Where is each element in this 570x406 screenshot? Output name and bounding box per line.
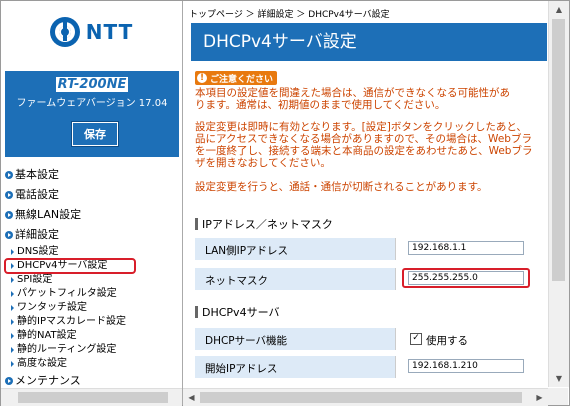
triangle-icon: [11, 305, 14, 311]
dhcp-section-header: DHCPv4サーバ: [195, 303, 547, 321]
triangle-icon: [11, 333, 14, 339]
warning-line: ザを開きなおしてください。: [195, 157, 331, 169]
arrow-icon: [5, 231, 13, 239]
lan-ip-row: LAN側IPアドレス: [195, 237, 547, 260]
scroll-left-icon[interactable]: ◀: [183, 389, 200, 406]
side-nav: 基本設定 電話設定 無線LAN設定 詳細設定 DNS設定 DHCPv4サーバ設定…: [4, 165, 181, 391]
caution-badge: ! ご注意ください: [195, 71, 278, 85]
lan-ip-input[interactable]: [408, 241, 524, 255]
nav-static-nat[interactable]: 静的NAT設定: [5, 329, 181, 343]
start-ip-input[interactable]: [408, 359, 524, 373]
model-name: RT-200NE: [55, 77, 129, 92]
warning-line: ります。通常は、初期値のままで使用してください。: [195, 99, 446, 111]
netmask-row: ネットマスク: [195, 267, 547, 290]
ntt-logo-icon: [49, 17, 80, 47]
triangle-icon: [11, 347, 14, 353]
ntt-logo: NTT: [1, 1, 182, 63]
content-pane: トップページ ＞ 詳細設定 ＞ DHCPv4サーバ設定 DHCPv4サーバ設定 …: [183, 1, 547, 387]
arrow-icon: [5, 191, 13, 199]
nav-spi[interactable]: SPI設定: [5, 273, 181, 287]
warning-line: 品にアクセスできなくなる場合がありますので、その場合は、Webブラ: [195, 133, 532, 145]
nav-detail[interactable]: 詳細設定: [5, 225, 181, 245]
nav-wlan[interactable]: 無線LAN設定: [5, 205, 181, 225]
logo-text: NTT: [85, 20, 134, 44]
left-pane: NTT RT-200NE ファームウェアバージョン 17.04 保存 基本設定 …: [1, 1, 183, 405]
scroll-thumb[interactable]: [18, 392, 168, 403]
netmask-label: ネットマスク: [205, 275, 268, 287]
start-ip-label: 開始IPアドレス: [205, 363, 278, 375]
nav-static-routing[interactable]: 静的ルーティング設定: [5, 343, 181, 357]
left-horizontal-scrollbar[interactable]: [1, 388, 182, 406]
nav-dhcpv4[interactable]: DHCPv4サーバ設定: [4, 258, 136, 274]
ip-section-header: IPアドレス／ネットマスク: [195, 215, 547, 233]
firmware-version: ファームウェアバージョン 17.04: [16, 98, 168, 109]
warning-line: 設定変更を行うと、通話・通信が切断されることがあります。: [195, 181, 488, 193]
breadcrumb: トップページ ＞ 詳細設定 ＞ DHCPv4サーバ設定: [189, 10, 390, 20]
dhcp-enable-checkbox[interactable]: ✓: [410, 333, 422, 345]
warning-line: 本項目の設定値を間違えた場合は、通信ができなくなる可能性があ: [195, 87, 510, 99]
nav-packet-filter[interactable]: パケットフィルタ設定: [5, 287, 181, 301]
nav-dns[interactable]: DNS設定: [5, 245, 181, 259]
nav-advanced[interactable]: 高度な設定: [5, 357, 181, 371]
vertical-scrollbar[interactable]: ▲ ▼: [548, 1, 569, 387]
arrow-icon: [5, 211, 13, 219]
warning-line: 設定変更は即時に有効となります。[設定]ボタンをクリックしたあと、: [195, 121, 527, 133]
triangle-icon: [11, 263, 14, 269]
scroll-corner: [548, 388, 568, 405]
triangle-icon: [11, 361, 14, 367]
scroll-thumb[interactable]: [200, 392, 522, 403]
exclamation-icon: !: [197, 73, 207, 83]
triangle-icon: [11, 319, 14, 325]
scroll-up-icon[interactable]: ▲: [549, 1, 569, 18]
dhcp-func-row: DHCPサーバ機能 ✓ 使用する: [195, 327, 547, 350]
lan-ip-label: LAN側IPアドレス: [205, 245, 289, 257]
page-title: DHCPv4サーバ設定: [191, 23, 547, 61]
scroll-down-icon[interactable]: ▼: [549, 370, 569, 387]
scroll-right-icon[interactable]: ▶: [531, 389, 548, 406]
nav-one-touch[interactable]: ワンタッチ設定: [5, 301, 181, 315]
netmask-input[interactable]: [408, 271, 524, 285]
horizontal-scrollbar[interactable]: ◀ ▶: [183, 388, 548, 406]
dhcp-enable-label: 使用する: [426, 335, 468, 347]
dhcp-func-label: DHCPサーバ機能: [205, 335, 288, 347]
scroll-thumb[interactable]: [552, 19, 565, 281]
warning-line: を一度終了し、接続する端末と本商品の設定をあわせたあと、Webブラ: [195, 145, 533, 157]
triangle-icon: [11, 291, 14, 297]
nav-phone[interactable]: 電話設定: [5, 185, 181, 205]
arrow-icon: [5, 171, 13, 179]
triangle-icon: [11, 277, 14, 283]
nav-static-ip-masq[interactable]: 静的IPマスカレード設定: [5, 315, 181, 329]
start-ip-row: 開始IPアドレス: [195, 355, 547, 378]
arrow-icon: [5, 377, 13, 385]
save-button[interactable]: 保存: [72, 122, 118, 146]
triangle-icon: [11, 249, 14, 255]
nav-basic[interactable]: 基本設定: [5, 165, 181, 185]
